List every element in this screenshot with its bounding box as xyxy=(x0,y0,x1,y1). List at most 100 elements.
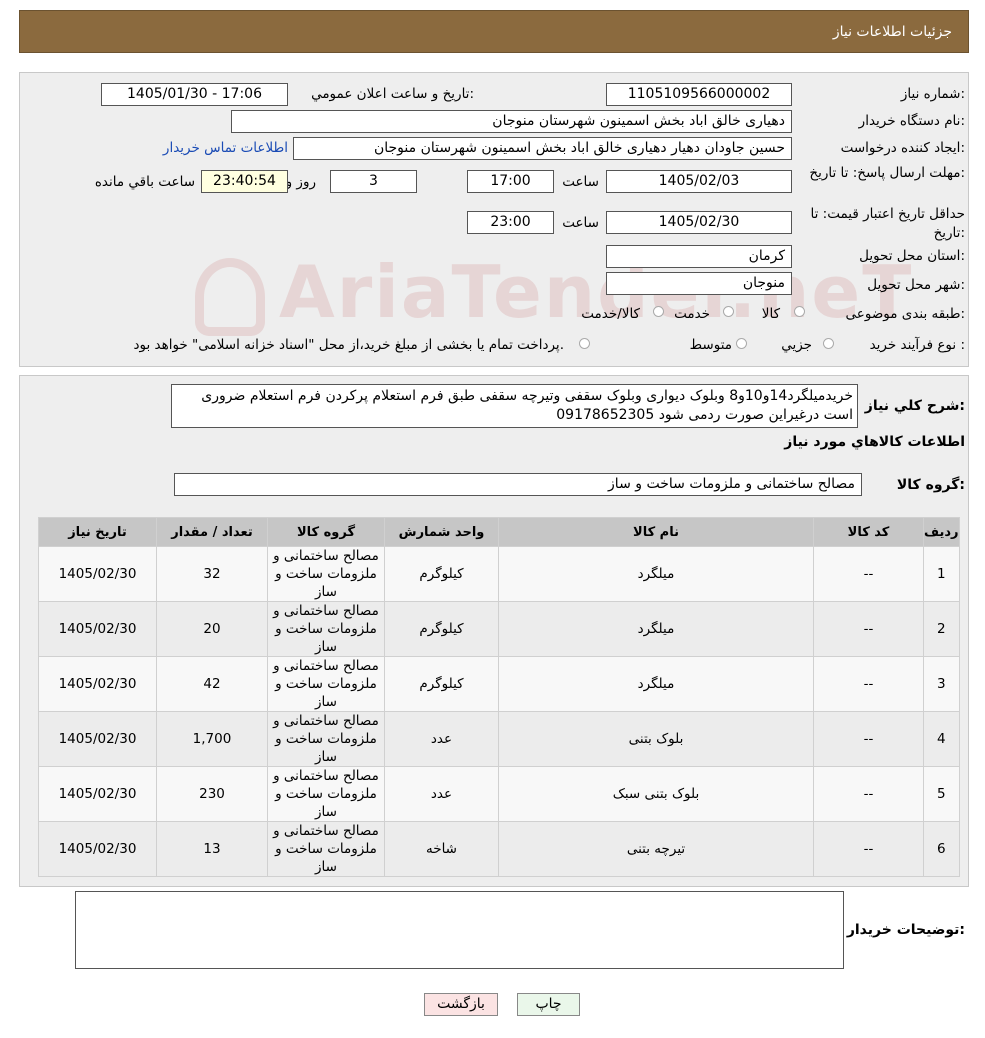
requester-label: ايجاد كننده درخواست: xyxy=(840,140,965,156)
province-field: كرمان xyxy=(606,245,792,268)
cell-date: 1405/02/30 xyxy=(39,767,156,821)
validity-time-label: ساعت xyxy=(562,215,599,231)
process-label: نوع فرآيند خريد : xyxy=(869,337,965,353)
cell-qty: 32 xyxy=(157,547,267,601)
cell-code: -- xyxy=(814,602,923,656)
table-row: 2 -- میلگرد کیلوگرم مصالح ساختمانی و ملزومات… xyxy=(39,602,959,656)
cell-index: 4 xyxy=(924,712,959,766)
cell-group: مصالح ساختمانی و ملزومات ساخت و ساز xyxy=(268,767,384,821)
treasury-checkbox[interactable] xyxy=(579,338,590,349)
cell-group: مصالح ساختمانی و ملزومات ساخت و ساز xyxy=(268,602,384,656)
deadline-date-field: 1405/02/03 xyxy=(606,170,792,193)
cell-index: 6 xyxy=(924,822,959,876)
category-label: طبقه بندی موضوعی: xyxy=(845,306,965,322)
cell-unit: کیلوگرم xyxy=(385,657,498,711)
cell-unit: عدد xyxy=(385,767,498,821)
cell-group: مصالح ساختمانی و ملزومات ساخت و ساز xyxy=(268,822,384,876)
need-number-field: 1105109566000002 xyxy=(606,83,792,106)
cell-code: -- xyxy=(814,822,923,876)
cell-name: تیرچه بتنی xyxy=(499,822,813,876)
col-header-code: كد كالا xyxy=(814,518,923,546)
cell-index: 1 xyxy=(924,547,959,601)
category-goods-label: كالا xyxy=(761,306,780,322)
page-title: جزئیات اطلاعات نیاز xyxy=(832,24,952,40)
items-table: رديف كد كالا نام كالا واحد شمارش گروه كا… xyxy=(38,517,960,877)
cell-group: مصالح ساختمانی و ملزومات ساخت و ساز xyxy=(268,657,384,711)
goods-group-label: گروه كالا: xyxy=(896,477,965,493)
deadline-time-field: 17:00 xyxy=(467,170,554,193)
col-header-index: رديف xyxy=(924,518,959,546)
deadline-label: مهلت ارسال پاسخ: تا تاریخ: xyxy=(809,165,965,181)
table-header-row: رديف كد كالا نام كالا واحد شمارش گروه كا… xyxy=(39,518,959,546)
cell-name: بلوک بتنی سبک xyxy=(499,767,813,821)
remaining-time-field: 23:40:54 xyxy=(201,170,288,193)
days-field: 3 xyxy=(330,170,417,193)
table-row: 3 -- میلگرد کیلوگرم مصالح ساختمانی و ملزومات… xyxy=(39,657,959,711)
cell-qty: 20 xyxy=(157,602,267,656)
cell-code: -- xyxy=(814,547,923,601)
category-service-radio[interactable] xyxy=(723,306,734,317)
cell-group: مصالح ساختمانی و ملزومات ساخت و ساز xyxy=(268,712,384,766)
cell-unit: عدد xyxy=(385,712,498,766)
cell-code: -- xyxy=(814,712,923,766)
col-header-name: نام كالا xyxy=(499,518,813,546)
col-header-group: گروه كالا xyxy=(268,518,384,546)
remaining-label: ساعت باقي مانده xyxy=(94,174,195,190)
col-header-qty: تعداد / مقدار xyxy=(157,518,267,546)
cell-qty: 42 xyxy=(157,657,267,711)
items-table-wrapper: رديف كد كالا نام كالا واحد شمارش گروه كا… xyxy=(38,517,960,877)
validity-time-field: 23:00 xyxy=(467,211,554,234)
need-number-label: شماره نیاز: xyxy=(900,86,965,102)
validity-date-field: 1405/02/30 xyxy=(606,211,792,234)
cell-index: 5 xyxy=(924,767,959,821)
print-button[interactable]: چاپ xyxy=(517,993,580,1016)
validity-label: حداقل تاريخ اعتبار قيمت: تا تاریخ: xyxy=(810,206,965,241)
cell-index: 2 xyxy=(924,602,959,656)
category-service-label: خدمت xyxy=(674,306,710,322)
watermark-logo: AriaTender.neT xyxy=(195,250,913,337)
goods-group-field: مصالح ساختمانی و ملزومات ساخت و ساز xyxy=(174,473,862,496)
back-button[interactable]: بازگشت xyxy=(424,993,498,1016)
cell-group: مصالح ساختمانی و ملزومات ساخت و ساز xyxy=(268,547,384,601)
cell-date: 1405/02/30 xyxy=(39,712,156,766)
process-medium-label: متوسط xyxy=(689,337,732,353)
category-goods-service-radio[interactable] xyxy=(653,306,664,317)
province-label: استان محل تحويل: xyxy=(859,248,965,264)
description-textarea[interactable]: خریدمیلگرد14و10و8 وبلوک دیواری وبلوک سقف… xyxy=(171,384,858,428)
table-row: 4 -- بلوک بتنی عدد مصالح ساختمانی و ملزومات … xyxy=(39,712,959,766)
days-label: روز و xyxy=(285,174,316,190)
cell-unit: کیلوگرم xyxy=(385,602,498,656)
col-header-date: تاريخ نياز xyxy=(39,518,156,546)
cell-qty: 13 xyxy=(157,822,267,876)
buyer-notes-textarea[interactable] xyxy=(75,891,844,969)
cell-qty: 230 xyxy=(157,767,267,821)
col-header-unit: واحد شمارش xyxy=(385,518,498,546)
cell-unit: کیلوگرم xyxy=(385,547,498,601)
buyer-contact-link[interactable]: اطلاعات تماس خريدار xyxy=(163,140,288,156)
announce-datetime-field: 1405/01/30 - 17:06 xyxy=(101,83,288,106)
deadline-time-label: ساعت xyxy=(562,174,599,190)
city-label: شهر محل تحويل: xyxy=(867,277,965,293)
cell-unit: شاخه xyxy=(385,822,498,876)
cell-date: 1405/02/30 xyxy=(39,657,156,711)
city-field: منوجان xyxy=(606,272,792,295)
category-goods-service-label: كالا/خدمت xyxy=(581,306,640,322)
process-note: پرداخت تمام يا بخشی از مبلغ خريد،از محل … xyxy=(133,337,564,353)
cell-name: میلگرد xyxy=(499,657,813,711)
announce-label: تاریخ و ساعت اعلان عمومي: xyxy=(311,86,474,102)
table-row: 1 -- میلگرد کیلوگرم مصالح ساختمانی و ملزومات… xyxy=(39,547,959,601)
process-medium-radio[interactable] xyxy=(736,338,747,349)
description-label: شرح كلي نياز: xyxy=(864,398,965,414)
table-row: 6 -- تیرچه بتنی شاخه مصالح ساختمانی و ملزوما… xyxy=(39,822,959,876)
category-goods-radio[interactable] xyxy=(794,306,805,317)
cell-code: -- xyxy=(814,767,923,821)
page-header: جزئیات اطلاعات نیاز xyxy=(19,10,969,53)
buyer-notes-label: توضيحات خريدار: xyxy=(846,922,965,938)
buyer-org-label: نام دستگاه خريدار: xyxy=(858,113,965,129)
cell-name: میلگرد xyxy=(499,602,813,656)
cell-name: بلوک بتنی xyxy=(499,712,813,766)
goods-section-title: اطلاعات كالاهاي مورد نياز xyxy=(784,434,965,450)
cell-date: 1405/02/30 xyxy=(39,822,156,876)
cell-index: 3 xyxy=(924,657,959,711)
process-minor-radio[interactable] xyxy=(823,338,834,349)
